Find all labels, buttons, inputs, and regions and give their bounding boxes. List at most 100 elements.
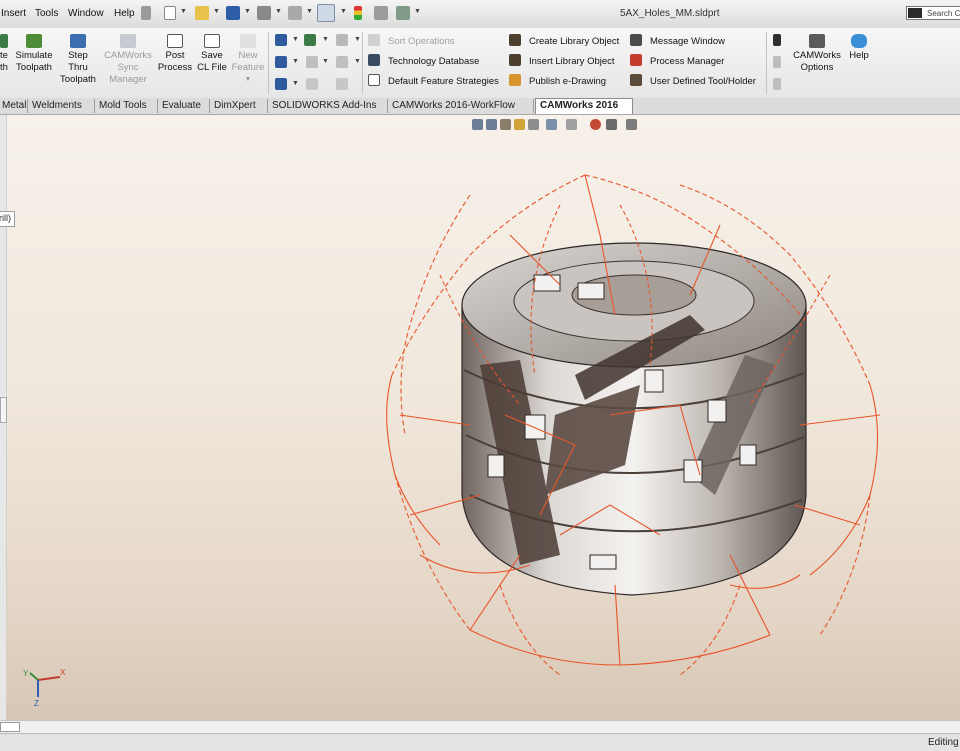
tool-icon[interactable] [306, 78, 318, 90]
search-input[interactable]: Search Co [927, 9, 960, 18]
tab-solidworks-addins[interactable]: SOLIDWORKS Add-Ins [268, 99, 388, 113]
default-feature-strategies-button[interactable]: Default Feature Strategies [368, 74, 499, 87]
view-settings-icon[interactable] [626, 119, 637, 130]
generate-toolpath-icon [0, 34, 8, 48]
select-dropdown-icon[interactable]: ▼ [340, 8, 347, 15]
user-defined-tool-holder-button[interactable]: User Defined Tool/Holder [630, 74, 756, 87]
database-icon [368, 54, 380, 66]
help-button[interactable]: Help [846, 34, 872, 62]
command-manager-tabs: Metal Weldments Mold Tools Evaluate DimX… [0, 98, 960, 115]
post-process-button[interactable]: Post Process [156, 34, 194, 74]
create-library-object-button[interactable]: Create Library Object [509, 34, 619, 47]
print-icon[interactable] [257, 6, 271, 20]
process-manager-label: Process Manager [650, 56, 725, 67]
previous-view-icon[interactable] [500, 119, 511, 130]
menu-window[interactable]: Window [68, 8, 104, 19]
process-manager-icon [630, 54, 642, 66]
chevron-down-icon[interactable]: ▼ [292, 36, 299, 43]
publish-edrawing-button[interactable]: Publish e-Drawing [509, 74, 606, 87]
model-canvas: Y X Z [23, 174, 881, 708]
horizontal-scrollbar[interactable] [0, 720, 960, 733]
technology-database-button[interactable]: Technology Database [368, 54, 479, 67]
pin-icon[interactable] [141, 6, 151, 20]
menu-insert[interactable]: Insert [1, 8, 26, 19]
button-label: CAMWorks [104, 50, 152, 61]
button-label: New [238, 50, 258, 61]
stock-manager-icon[interactable] [275, 34, 287, 46]
button-label: Thru [68, 62, 88, 73]
hide-show-icon[interactable] [566, 119, 577, 130]
chevron-down-icon[interactable]: ▼ [354, 36, 361, 43]
generate-toolpath-button[interactable]: te th [0, 34, 10, 74]
operation-icon[interactable] [336, 56, 348, 68]
chevron-down-icon[interactable]: ▼ [292, 58, 299, 65]
process-manager-button[interactable]: Process Manager [630, 54, 724, 67]
library-insert-icon [509, 54, 521, 66]
display-style-icon[interactable] [546, 119, 557, 130]
menu-help[interactable]: Help [114, 8, 135, 19]
open-dropdown-icon[interactable]: ▼ [213, 8, 220, 15]
simulate-toolpath-button[interactable]: Simulate Toolpath [12, 34, 56, 74]
button-label: th [0, 62, 8, 73]
scrollbar-thumb[interactable] [0, 722, 20, 732]
graphics-viewport[interactable]: Y X Z [0, 115, 960, 720]
button-label: Sync [117, 62, 139, 73]
message-window-button[interactable]: Message Window [630, 34, 725, 47]
undo-dropdown-icon[interactable]: ▼ [306, 8, 313, 15]
file-properties-icon[interactable] [374, 6, 388, 20]
machine-icon[interactable] [336, 34, 348, 46]
search-box[interactable]: Search Co [906, 6, 960, 20]
step-thru-toolpath-button[interactable]: Step Thru Toolpath [56, 34, 100, 86]
holder-icon[interactable] [336, 78, 348, 90]
button-label: Post [165, 50, 185, 61]
section-view-icon[interactable] [514, 119, 525, 130]
view-orientation-icon[interactable] [528, 119, 539, 130]
chevron-down-icon[interactable]: ▼ [354, 58, 361, 65]
setup-icon[interactable] [275, 56, 287, 68]
menu-tools[interactable]: Tools [35, 8, 58, 19]
open-folder-icon[interactable] [195, 6, 209, 20]
save-dropdown-icon[interactable]: ▼ [244, 8, 251, 15]
toolbar-icon[interactable] [773, 56, 781, 68]
tab-camworks-workflow[interactable]: CAMWorks 2016-WorkFlow [388, 99, 534, 113]
sort-operations-button[interactable]: Sort Operations [368, 34, 455, 47]
print-dropdown-icon[interactable]: ▼ [275, 8, 282, 15]
tab-camworks-2016[interactable]: CAMWorks 2016 [535, 98, 633, 114]
tab-evaluate[interactable]: Evaluate [158, 99, 210, 113]
edrawing-icon [509, 74, 521, 86]
new-document-icon[interactable] [164, 6, 176, 20]
options-dropdown-icon[interactable]: ▼ [414, 8, 421, 15]
panel-collapse-handle[interactable] [0, 397, 7, 423]
tab-sheet-metal[interactable]: Metal [0, 99, 28, 113]
tab-weldments[interactable]: Weldments [28, 99, 95, 113]
camworks-sync-manager-button[interactable]: CAMWorks Sync Manager [102, 34, 154, 86]
camworks-options-button[interactable]: CAMWorks Options [792, 34, 842, 74]
apply-scene-icon[interactable] [606, 119, 617, 130]
zoom-to-fit-icon[interactable] [472, 119, 483, 130]
chevron-down-icon[interactable]: ▼ [322, 58, 329, 65]
toolpath-icon[interactable] [275, 78, 287, 90]
chevron-down-icon[interactable]: ▼ [322, 36, 329, 43]
new-feature-button[interactable]: New Feature ▼ [230, 34, 266, 86]
chevron-down-icon[interactable]: ▼ [230, 74, 266, 86]
insert-library-object-button[interactable]: Insert Library Object [509, 54, 615, 67]
zoom-to-area-icon[interactable] [486, 119, 497, 130]
button-label: Toolpath [60, 74, 96, 85]
save-cl-file-button[interactable]: Save CL File [196, 34, 228, 74]
feature-icon[interactable] [306, 56, 318, 68]
toolbar-icon[interactable] [773, 34, 781, 46]
coordinate-system-icon[interactable] [304, 34, 316, 46]
save-icon[interactable] [226, 6, 240, 20]
tab-dimxpert[interactable]: DimXpert [210, 99, 268, 113]
edit-appearance-icon[interactable] [590, 119, 601, 130]
toolbar-icon[interactable] [773, 78, 781, 90]
options-icon[interactable] [396, 6, 410, 20]
status-text: Editing [928, 737, 959, 748]
new-dropdown-icon[interactable]: ▼ [180, 8, 187, 15]
tab-mold-tools[interactable]: Mold Tools [95, 99, 158, 113]
feature-callout: rill) [0, 211, 15, 227]
rebuild-icon[interactable] [354, 6, 362, 20]
undo-icon[interactable] [288, 6, 302, 20]
chevron-down-icon[interactable]: ▼ [292, 80, 299, 87]
select-cursor-icon[interactable] [317, 4, 335, 22]
